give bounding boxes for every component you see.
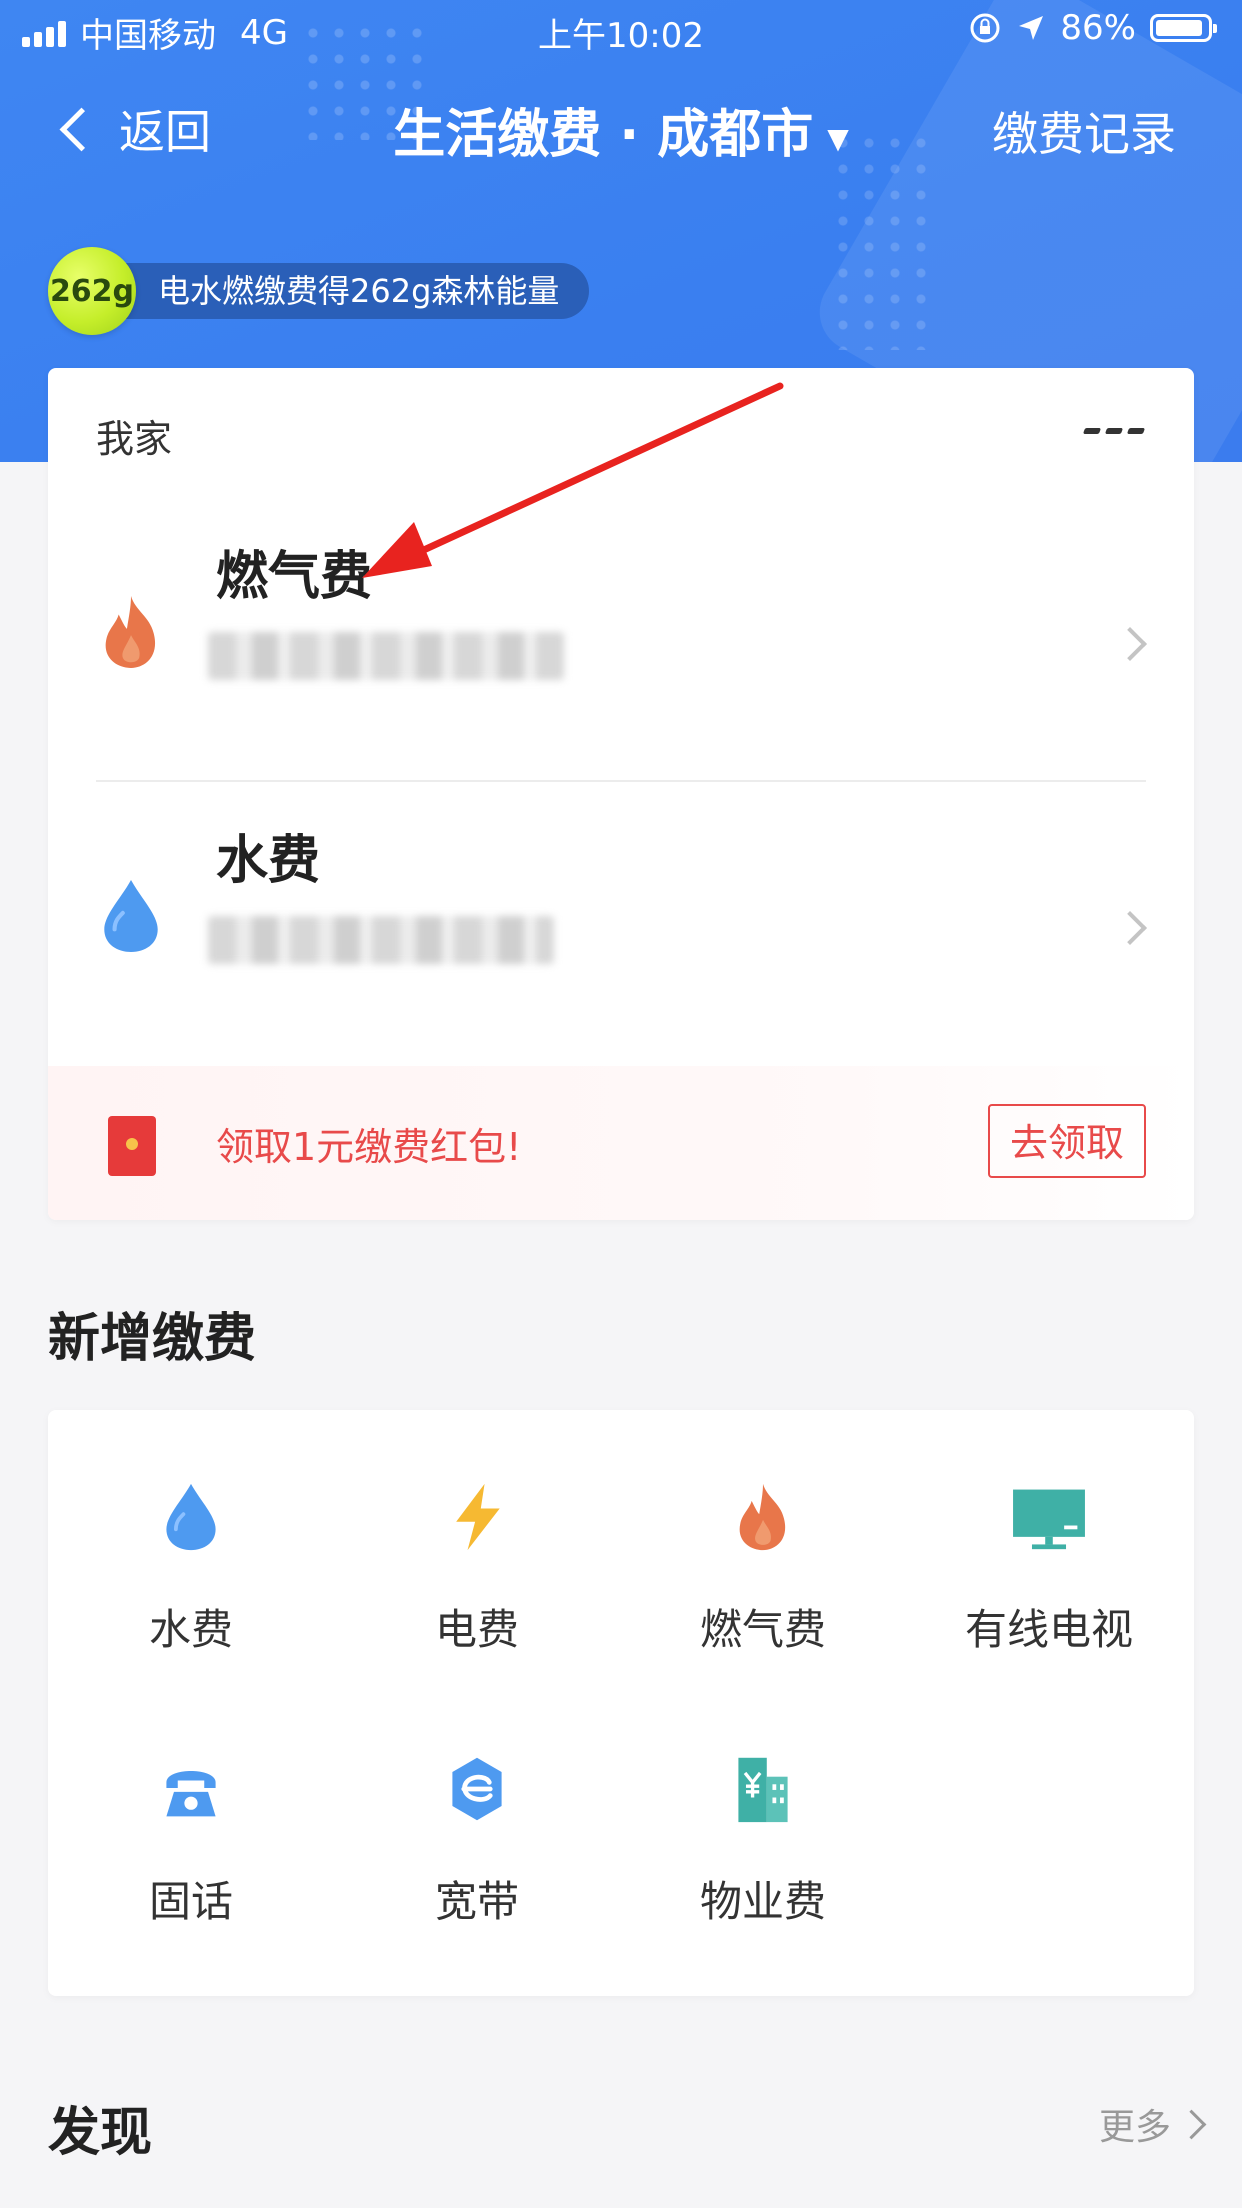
add-item-label: 宽带 xyxy=(434,1877,519,1926)
add-item-broadband[interactable]: 宽带 xyxy=(334,1682,620,1926)
discover-heading: 发现 xyxy=(48,2103,153,2163)
more-options-icon[interactable] xyxy=(1082,428,1146,434)
red-envelope-icon xyxy=(108,1116,156,1176)
bill-row-gas[interactable]: 燃气费 ██████ ██████ ████ xyxy=(48,498,1194,778)
my-home-card: 我家 燃气费 ██████ ██████ ████ 水费 ███████ ███… xyxy=(48,368,1194,1220)
add-item-gas[interactable]: 燃气费 xyxy=(620,1410,906,1654)
tv-icon xyxy=(1013,1489,1085,1550)
broadband-icon xyxy=(452,1757,502,1821)
chevron-right-icon xyxy=(1176,2109,1207,2139)
add-item-electricity[interactable]: 电费 xyxy=(334,1410,620,1654)
chevron-right-icon xyxy=(1113,627,1147,661)
add-payment-card: 水费 电费 燃气费 有线电视 固话 宽带 物业费 xyxy=(48,1410,1194,1996)
water-drop-icon xyxy=(104,880,158,952)
telephone-icon xyxy=(166,1771,216,1817)
account-number-blurred: ███████ ████ | ████ xyxy=(208,916,554,964)
lightning-icon xyxy=(456,1483,500,1551)
payment-record-link[interactable]: 缴费记录 xyxy=(992,98,1176,164)
location-icon xyxy=(1019,16,1044,40)
add-item-landline[interactable]: 固话 xyxy=(48,1682,334,1926)
energy-badge: 262g xyxy=(48,247,136,335)
add-item-label: 固话 xyxy=(148,1877,233,1926)
add-item-cable-tv[interactable]: 有线电视 xyxy=(906,1410,1192,1654)
page-title-text: 生活缴费 · 成都市 xyxy=(393,105,814,165)
battery-percent: 86% xyxy=(1060,8,1136,48)
discover-more-label: 更多 xyxy=(1098,2107,1171,2148)
navigation-bar: 返回 生活缴费 · 成都市 ▼ 缴费记录 xyxy=(0,90,1242,170)
caret-down-icon: ▼ xyxy=(827,121,849,155)
bill-name: 燃气费 xyxy=(216,547,373,607)
account-number-blurred: ██████ ██████ ████ xyxy=(208,632,564,680)
add-item-label: 有线电视 xyxy=(964,1605,1133,1654)
flame-icon xyxy=(105,596,156,668)
add-item-water[interactable]: 水费 xyxy=(48,1410,334,1654)
bill-row-water[interactable]: 水费 ███████ ████ | ████ xyxy=(48,782,1194,1062)
energy-text: 电水燃缴费得262g森林能量 xyxy=(96,263,590,319)
building-icon xyxy=(738,1757,788,1823)
add-item-property[interactable]: 物业费 xyxy=(620,1682,906,1926)
add-item-label: 燃气费 xyxy=(699,1605,826,1654)
add-payment-heading: 新增缴费 xyxy=(48,1309,257,1369)
flame-icon xyxy=(739,1483,786,1551)
forest-energy-banner[interactable]: 262g 电水燃缴费得262g森林能量 xyxy=(48,247,590,335)
claim-button[interactable]: 去领取 xyxy=(988,1104,1146,1178)
status-bar: 中国移动 4G 上午10:02 86% xyxy=(0,0,1242,62)
bill-name: 水费 xyxy=(216,831,321,891)
red-packet-promo: 领取1元缴费红包! 去领取 xyxy=(48,1066,1194,1220)
battery-icon xyxy=(1150,14,1217,42)
water-drop-icon xyxy=(166,1483,216,1551)
add-item-label: 水费 xyxy=(148,1605,233,1654)
promo-text: 领取1元缴费红包! xyxy=(216,1125,522,1169)
add-item-label: 电费 xyxy=(434,1605,519,1654)
discover-more-link[interactable]: 更多 xyxy=(1098,2098,1207,2150)
rotation-lock-icon xyxy=(970,13,1000,43)
home-label: 我家 xyxy=(96,417,173,461)
chevron-right-icon xyxy=(1113,911,1147,945)
add-item-label: 物业费 xyxy=(699,1877,826,1926)
